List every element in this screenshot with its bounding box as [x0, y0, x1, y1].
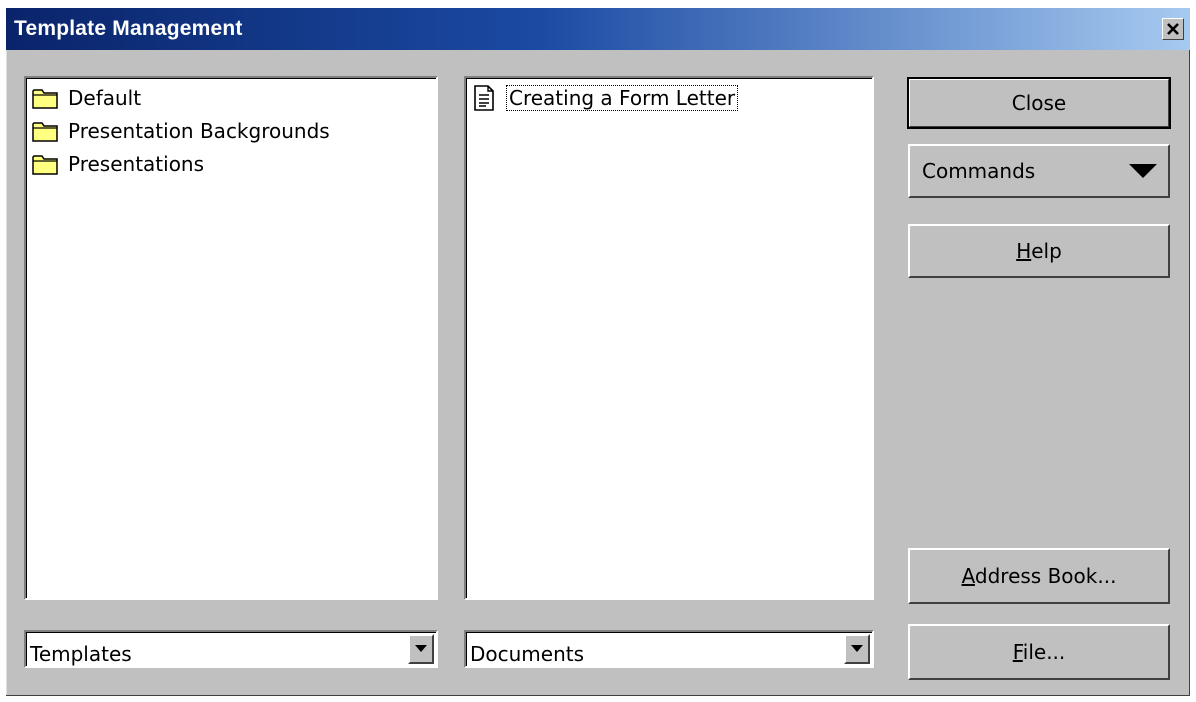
folder-icon: [32, 155, 58, 175]
template-management-dialog: Template Management Default Presentation…: [6, 8, 1190, 696]
list-item[interactable]: Default: [32, 82, 141, 114]
address-book-button[interactable]: Address Book...: [908, 548, 1170, 604]
help-button-label: Help: [1016, 239, 1062, 263]
document-icon: [474, 85, 494, 111]
template-label: Creating a Form Letter: [506, 85, 739, 111]
category-label: Default: [68, 86, 142, 110]
commands-menu-button[interactable]: Commands: [908, 144, 1170, 198]
category-label: Presentations: [68, 152, 205, 176]
folder-icon: [32, 89, 58, 109]
chevron-down-icon: [415, 645, 427, 652]
list-item[interactable]: Presentation Backgrounds: [32, 115, 330, 147]
category-list[interactable]: Default Presentation Backgrounds Present…: [24, 76, 438, 600]
title-bar[interactable]: Template Management: [6, 8, 1190, 50]
window-title: Template Management: [14, 17, 243, 40]
category-type-dropdown-button[interactable]: [408, 634, 434, 664]
file-button[interactable]: File...: [908, 624, 1170, 680]
file-button-label: File...: [1012, 640, 1066, 664]
template-type-select[interactable]: Documents: [464, 630, 874, 668]
help-button[interactable]: Help: [908, 224, 1170, 278]
address-book-button-label: Address Book...: [961, 564, 1117, 588]
list-item[interactable]: Presentations: [32, 148, 204, 180]
chevron-down-icon: [851, 645, 863, 652]
template-type-value: Documents: [470, 642, 585, 666]
template-list[interactable]: Creating a Form Letter: [464, 76, 874, 600]
commands-button-label: Commands: [922, 159, 1036, 183]
window-close-button[interactable]: [1162, 18, 1184, 40]
category-label: Presentation Backgrounds: [68, 119, 330, 143]
dropdown-arrow-icon: [1129, 164, 1157, 178]
list-item[interactable]: Creating a Form Letter: [472, 82, 739, 114]
folder-icon: [32, 122, 58, 142]
close-button-label: Close: [1011, 91, 1067, 115]
category-type-value: Templates: [30, 642, 132, 666]
template-type-dropdown-button[interactable]: [844, 634, 870, 664]
category-type-select[interactable]: Templates: [24, 630, 438, 668]
close-button[interactable]: Close: [907, 77, 1171, 129]
close-icon: [1167, 23, 1179, 35]
